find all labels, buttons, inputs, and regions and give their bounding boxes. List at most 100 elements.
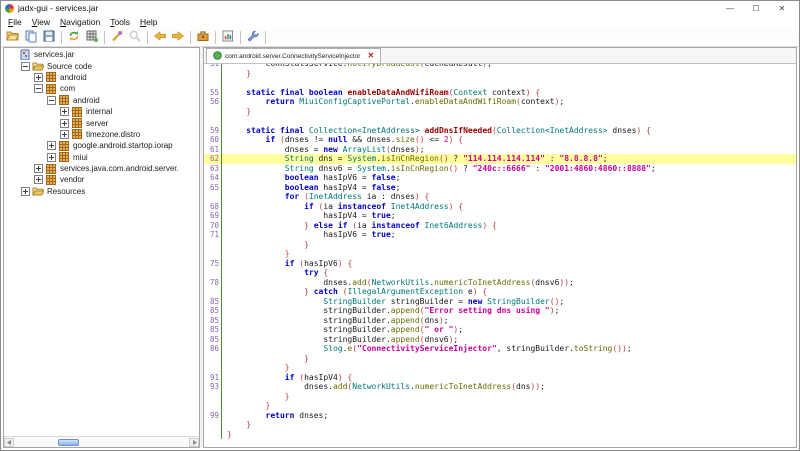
code-line-64[interactable]: 64 boolean hasIpV6 = false;	[204, 173, 796, 183]
expand-icon[interactable]	[34, 73, 43, 82]
tree-item-miui[interactable]: miui	[4, 152, 199, 163]
code-line-99[interactable]: 99 return dnses;	[204, 411, 796, 421]
tree-item-source-code[interactable]: Source code	[4, 60, 199, 71]
code-line-85[interactable]: 85 stringBuilder.append(dnsv6);	[204, 335, 796, 345]
code-line-85[interactable]: 85 stringBuilder.append(dns);	[204, 316, 796, 326]
code-line-60[interactable]: 60 if (dnses != null && dnses.size() <= …	[204, 135, 796, 145]
tree-item-android[interactable]: android	[4, 72, 199, 83]
code-area[interactable]: 51 connStatsService.notifyBroadcast(cach…	[204, 64, 796, 447]
close-button[interactable]: ✕	[769, 2, 795, 15]
expand-icon[interactable]	[47, 153, 56, 162]
code-line[interactable]	[204, 78, 796, 88]
code-line-75[interactable]: 75 if (hasIpV6) {	[204, 259, 796, 269]
reload-button[interactable]	[66, 30, 82, 46]
wand-button[interactable]	[109, 30, 125, 46]
toolbar-separator	[104, 31, 105, 44]
code-line-85[interactable]: 85 StringBuilder stringBuilder = new Str…	[204, 297, 796, 307]
open-file-button[interactable]	[5, 30, 21, 46]
tree-item-android[interactable]: android	[4, 95, 199, 106]
tree-item-google-android-startop-iorap[interactable]: google.android.startop.iorap	[4, 140, 199, 151]
code-line-78[interactable]: 78 dnses.add(NetworkUtils.numericToInetA…	[204, 278, 796, 288]
code-text: if (ia instanceof Inet4Address) {	[221, 202, 796, 212]
expand-icon[interactable]	[21, 187, 30, 196]
code-line-68[interactable]: 68 if (ia instanceof Inet4Address) {	[204, 202, 796, 212]
code-line-91[interactable]: 91 if (hasIpV4) {	[204, 373, 796, 383]
scroll-left-arrow-icon[interactable]	[4, 438, 14, 447]
code-line[interactable]: }	[204, 420, 796, 430]
code-line-85[interactable]: 85 stringBuilder.append(" or ");	[204, 325, 796, 335]
code-line[interactable]: }	[204, 240, 796, 250]
tree-item-services-java-com-android-server[interactable]: services.java.com.android.server.	[4, 163, 199, 174]
code-line-86[interactable]: 86 Slog.e("ConnectivityServiceInjector",…	[204, 344, 796, 354]
code-line[interactable]: }	[204, 354, 796, 364]
code-line[interactable]: }	[204, 249, 796, 259]
tree-item-services-jar[interactable]: services.jar	[4, 49, 199, 60]
expand-icon[interactable]	[34, 164, 43, 173]
tree-item-internal[interactable]: internal	[4, 106, 199, 117]
code-line-55[interactable]: 55 static final boolean enableDataAndWif…	[204, 88, 796, 98]
expand-icon[interactable]	[60, 119, 69, 128]
tab-close-icon[interactable]: ✕	[367, 52, 374, 60]
menu-file[interactable]: File	[3, 17, 27, 27]
menu-tools[interactable]: Tools	[105, 17, 135, 27]
menu-navigation[interactable]: Navigation	[55, 17, 105, 27]
code-line[interactable]: for (InetAddress ia : dnses) {	[204, 192, 796, 202]
code-line-70[interactable]: 70 } else if (ia instanceof Inet6Address…	[204, 221, 796, 231]
tree-item-server[interactable]: server	[4, 117, 199, 128]
code-line[interactable]: }	[204, 430, 796, 440]
tree-item-com[interactable]: com	[4, 83, 199, 94]
project-tree[interactable]: services.jarSource codeandroidcomandroid…	[4, 48, 199, 436]
maximize-button[interactable]: ☐	[743, 2, 769, 15]
collapse-icon[interactable]	[34, 84, 43, 93]
menu-view[interactable]: View	[27, 17, 55, 27]
log-button[interactable]	[220, 30, 236, 46]
code-line[interactable]: try {	[204, 268, 796, 278]
code-line-85[interactable]: 85 stringBuilder.append("Error setting d…	[204, 306, 796, 316]
tree-horizontal-scrollbar[interactable]	[4, 436, 199, 447]
add-files-button[interactable]	[23, 30, 39, 46]
text-search-button[interactable]	[127, 30, 143, 46]
minimize-button[interactable]: —	[717, 2, 743, 15]
expand-icon[interactable]	[60, 107, 69, 116]
deobfuscation-button[interactable]	[195, 30, 211, 46]
tree-item-label: com	[60, 84, 75, 93]
code-line[interactable]: } catch (IllegalArgumentException e) {	[204, 287, 796, 297]
package-icon	[45, 83, 57, 94]
collapse-icon[interactable]	[21, 62, 30, 71]
code-line[interactable]	[204, 116, 796, 126]
code-line[interactable]: }	[204, 107, 796, 117]
tree-item-timezone-distro[interactable]: timezone.distro	[4, 129, 199, 140]
code-text: }	[221, 249, 796, 259]
code-line-65[interactable]: 65 boolean hasIpV4 = false;	[204, 183, 796, 193]
code-line[interactable]: }	[204, 69, 796, 79]
forward-button[interactable]	[170, 30, 186, 46]
editor-tab[interactable]: com.android.server.ConnectivityServiceIn…	[206, 48, 381, 63]
code-line-63[interactable]: 63 String dnsv6 = System.isInCnRegion() …	[204, 164, 796, 174]
code-lines: 51 connStatsService.notifyBroadcast(cach…	[204, 64, 796, 439]
code-line-93[interactable]: 93 dnses.add(NetworkUtils.numericToInetA…	[204, 382, 796, 392]
tree-item-label: internal	[86, 107, 112, 116]
code-line[interactable]: }	[204, 401, 796, 411]
menu-help[interactable]: Help	[135, 17, 162, 27]
scrollbar-thumb[interactable]	[58, 439, 79, 446]
code-line-62[interactable]: 62 String dns = System.isInCnRegion() ? …	[204, 154, 796, 164]
code-line-59[interactable]: 59 static final Collection<InetAddress> …	[204, 126, 796, 136]
code-line[interactable]: }	[204, 392, 796, 402]
class-search-button[interactable]	[84, 30, 100, 46]
tree-item-vendor[interactable]: vendor	[4, 174, 199, 185]
expand-icon[interactable]	[34, 175, 43, 184]
code-line-61[interactable]: 61 dnses = new ArrayList(dnses);	[204, 145, 796, 155]
code-line-56[interactable]: 56 return MiuiConfigCaptivePortal.enable…	[204, 97, 796, 107]
scroll-right-arrow-icon[interactable]	[189, 438, 199, 447]
preferences-button[interactable]	[245, 30, 261, 46]
code-line-69[interactable]: 69 hasIpV4 = true;	[204, 211, 796, 221]
code-line-71[interactable]: 71 hasIpV6 = true;	[204, 230, 796, 240]
expand-icon[interactable]	[47, 141, 56, 150]
project-tree-panel: services.jarSource codeandroidcomandroid…	[3, 47, 200, 448]
back-button[interactable]	[152, 30, 168, 46]
expand-icon[interactable]	[60, 130, 69, 139]
tree-item-resources[interactable]: Resources	[4, 186, 199, 197]
save-all-button[interactable]	[41, 30, 57, 46]
code-line[interactable]: }	[204, 363, 796, 373]
collapse-icon[interactable]	[47, 96, 56, 105]
